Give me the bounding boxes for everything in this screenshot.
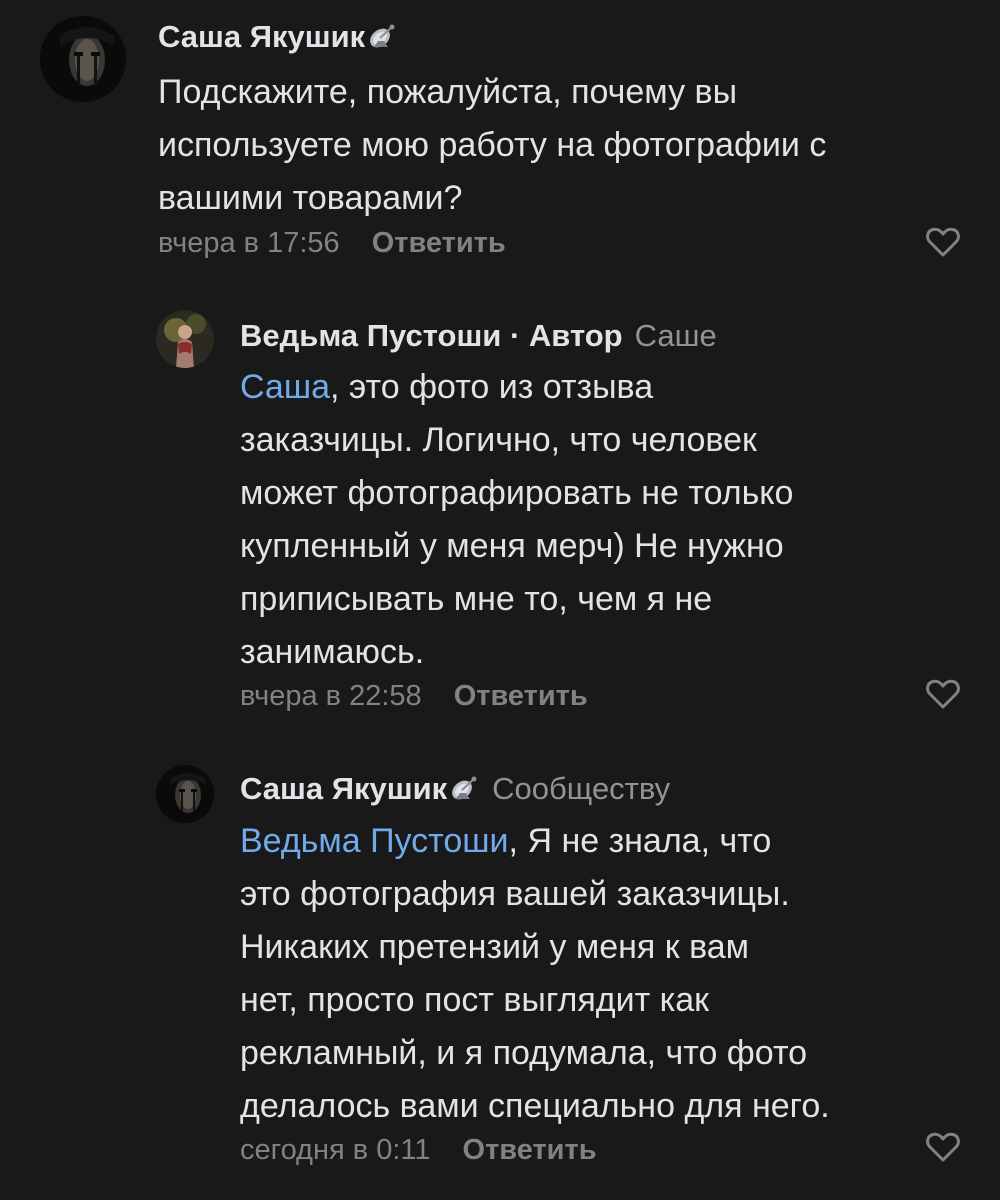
author-name[interactable]: Саша Якушик	[158, 19, 365, 54]
reply-to-target[interactable]: Саше	[635, 318, 717, 353]
satellite-dish-icon	[366, 21, 398, 51]
reply-button[interactable]: Ответить	[372, 227, 506, 259]
comment-meta: сегодня в 0:11 Ответить	[240, 1133, 597, 1167]
like-button[interactable]	[926, 1132, 960, 1162]
text-line: Ведьма Пустоши, Я не знала, что	[240, 815, 830, 868]
text-line: приписывать мне то, чем я не	[240, 580, 713, 618]
text-line: может фотографировать не только	[240, 474, 794, 512]
comment-header: Саша Якушик	[158, 19, 398, 55]
avatar-image	[156, 310, 214, 368]
mention-link[interactable]: Ведьма Пустоши	[240, 822, 509, 860]
comment-text: Саша, это фото из отзыва заказчицы. Логи…	[240, 361, 793, 679]
author-role: · Автор	[509, 318, 623, 353]
avatar-image	[156, 765, 214, 823]
avatar[interactable]	[156, 765, 214, 823]
text-line: Никаких претензий у меня к вам	[240, 928, 750, 966]
mention-link[interactable]: Саша	[240, 368, 330, 406]
text-line: Подскажите, пожалуйста, почему вы	[158, 73, 738, 111]
text-fragment: , это фото из отзыва	[330, 368, 654, 406]
reply-button[interactable]: Ответить	[454, 680, 588, 712]
author-name[interactable]: Саша Якушик	[240, 771, 447, 806]
text-line: занимаюсь.	[240, 633, 425, 671]
heart-icon	[926, 679, 960, 709]
reply-to-target[interactable]: Сообществу	[492, 771, 670, 806]
comment-header: Саша Якушик Сообществу	[240, 771, 670, 807]
like-button[interactable]	[926, 227, 960, 257]
comment-text: Подскажите, пожалуйста, почему вы исполь…	[158, 66, 826, 225]
text-line: Саша, это фото из отзыва	[240, 361, 793, 414]
author-name[interactable]: Ведьма Пустоши	[240, 318, 501, 353]
timestamp: вчера в 17:56	[158, 227, 340, 259]
avatar-image	[40, 16, 126, 102]
text-line: вашими товарами?	[158, 179, 463, 217]
like-button[interactable]	[926, 679, 960, 709]
text-line: нет, просто пост выглядит как	[240, 981, 710, 1019]
comment-meta: вчера в 22:58 Ответить	[240, 679, 588, 713]
timestamp: сегодня в 0:11	[240, 1134, 431, 1166]
text-line: используете мою работу на фотографии с	[158, 126, 827, 164]
comment-text: Ведьма Пустоши, Я не знала, что это фото…	[240, 815, 830, 1133]
text-line: рекламный, и я подумала, что фото	[240, 1034, 808, 1072]
heart-icon	[926, 227, 960, 257]
avatar[interactable]	[156, 310, 214, 368]
text-line: заказчицы. Логично, что человек	[240, 421, 757, 459]
timestamp: вчера в 22:58	[240, 680, 422, 712]
reply-button[interactable]: Ответить	[463, 1134, 597, 1166]
comment-meta: вчера в 17:56 Ответить	[158, 226, 506, 260]
text-line: делалось вами специально для него.	[240, 1087, 830, 1125]
text-line: купленный у меня мерч) Не нужно	[240, 527, 784, 565]
heart-icon	[926, 1132, 960, 1162]
text-line: это фотография вашей заказчицы.	[240, 875, 790, 913]
satellite-dish-icon	[448, 773, 480, 803]
text-fragment: , Я не знала, что	[508, 822, 772, 860]
avatar[interactable]	[40, 16, 126, 102]
comment-header: Ведьма Пустоши · Автор Саше	[240, 318, 717, 354]
